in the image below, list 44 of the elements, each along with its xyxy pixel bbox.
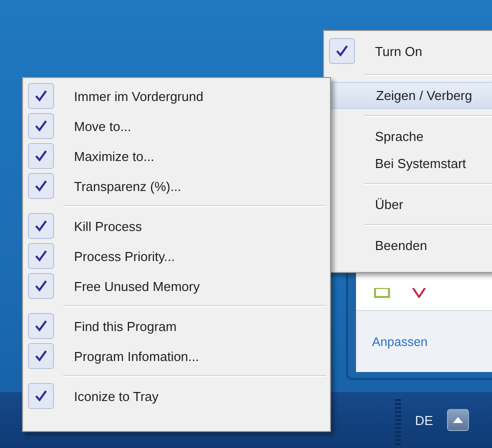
check-icon — [28, 213, 54, 239]
menu-item-label: Beenden — [375, 238, 428, 253]
menu-item-label: Zeigen / Verberg — [376, 88, 472, 103]
check-icon — [28, 343, 54, 369]
menu-item-label: Maximize to... — [74, 148, 154, 164]
check-icon — [28, 383, 54, 409]
check-icon — [28, 83, 54, 109]
menu-item-label: Move to... — [74, 118, 132, 134]
customize-link[interactable]: Anpassen — [372, 334, 428, 348]
menu-item-label: Process Priority... — [74, 248, 175, 264]
check-icon — [28, 113, 54, 139]
menu-item[interactable]: Iconize to Tray — [25, 381, 328, 411]
menu-item[interactable]: Find this Program — [25, 311, 328, 341]
menu-item-label: Bei Systemstart — [375, 156, 466, 171]
language-indicator[interactable]: DE — [415, 412, 434, 428]
menu-item-label: Kill Process — [74, 218, 142, 234]
menu-item-label: Program Infomation... — [74, 348, 199, 364]
menu-item-label: Über — [375, 197, 404, 212]
tray-app-icon — [374, 288, 390, 298]
menu-item[interactable]: Free Unused Memory — [25, 271, 328, 301]
menu-item[interactable]: Maximize to... — [25, 141, 328, 171]
menu-item-label: Find this Program — [74, 318, 177, 334]
tray-app-icon — [412, 288, 426, 298]
menu-item-label: Immer im Vordergrund — [74, 88, 204, 104]
show-hidden-icons-button[interactable] — [447, 409, 470, 431]
menu-item[interactable]: Process Priority... — [25, 241, 328, 271]
menu-item[interactable]: Turn On — [326, 34, 492, 68]
menu-item-label: Turn On — [375, 44, 422, 58]
check-icon — [28, 243, 54, 269]
check-icon — [28, 143, 54, 169]
check-icon — [28, 313, 54, 339]
check-icon — [28, 173, 54, 199]
menu-item[interactable]: Move to... — [25, 111, 328, 141]
menu-item-label: Free Unused Memory — [74, 278, 200, 294]
check-icon — [28, 273, 54, 299]
menu-item[interactable]: Program Infomation... — [25, 341, 328, 371]
check-icon — [329, 38, 355, 64]
menu-item-label: Sprache — [375, 129, 424, 144]
menu-item[interactable]: Kill Process — [25, 211, 328, 241]
menu-item-label: Iconize to Tray — [74, 388, 159, 404]
menu-item[interactable]: Immer im Vordergrund — [25, 81, 328, 111]
menu-item-label: Transparenz (%)... — [74, 178, 182, 194]
menu-item[interactable]: Transparenz (%)... — [25, 171, 328, 201]
up-arrow-icon — [453, 417, 464, 423]
